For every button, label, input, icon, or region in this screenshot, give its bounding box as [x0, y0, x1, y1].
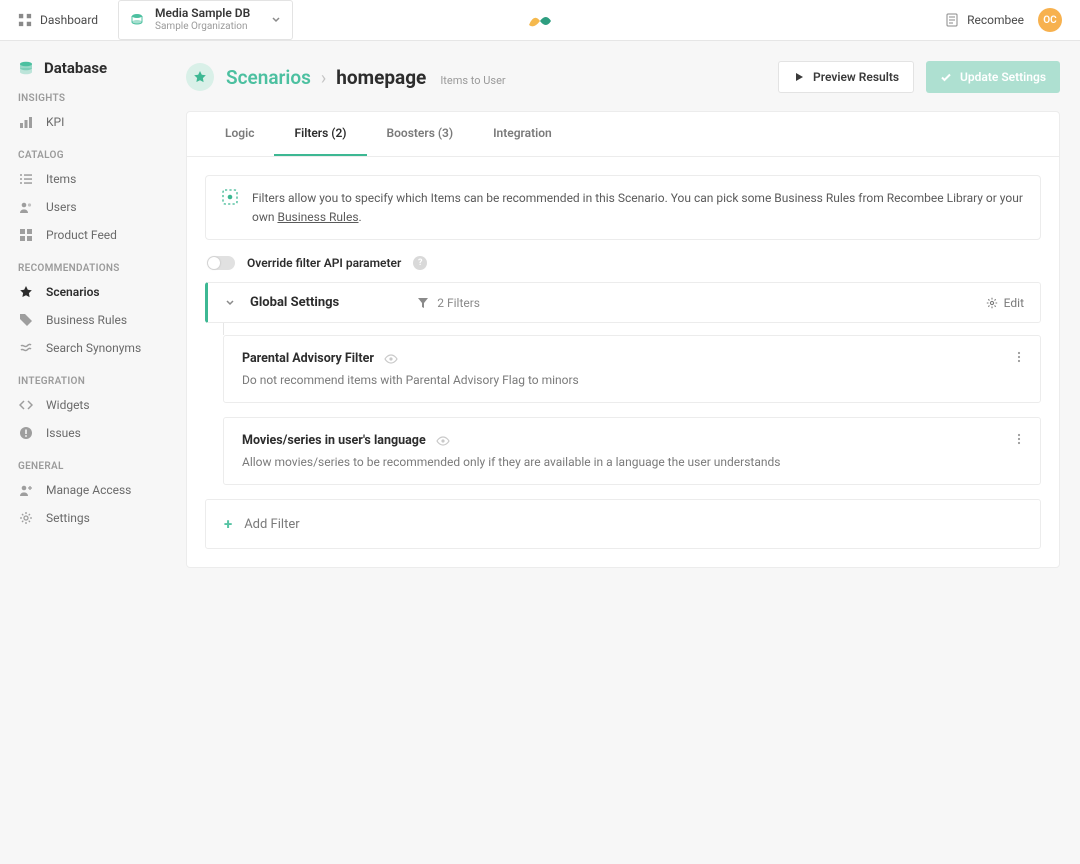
bar-chart-icon	[18, 114, 34, 130]
tag-icon	[18, 312, 34, 328]
gear-icon	[986, 297, 998, 309]
global-settings-title: Global Settings	[250, 295, 339, 310]
info-box: Filters allow you to specify which Items…	[205, 175, 1041, 240]
breadcrumb-meta: Items to User	[440, 74, 505, 87]
global-settings-edit[interactable]: Edit	[986, 296, 1024, 310]
breadcrumb-root[interactable]: Scenarios	[226, 66, 311, 89]
avatar[interactable]: OC	[1038, 8, 1062, 32]
side-group-insights: Insights	[18, 93, 186, 104]
rule-list: Parental Advisory Filter Do not recommen…	[223, 323, 1041, 485]
brand-label: Recombee	[967, 13, 1024, 27]
rule-desc: Do not recommend items with Parental Adv…	[242, 373, 1022, 387]
users-icon	[18, 199, 34, 215]
sidebar-item-users[interactable]: Users	[18, 193, 186, 221]
topbar: Dashboard Media Sample DB Sample Organiz…	[0, 0, 1080, 41]
breadcrumb: Scenarios › homepage Items to User	[226, 66, 506, 89]
rule-menu-button[interactable]	[1012, 432, 1026, 446]
chevron-down-icon[interactable]	[224, 297, 236, 309]
check-icon	[940, 71, 952, 83]
update-settings-button: Update Settings	[926, 61, 1060, 93]
sidebar-item-manage-access[interactable]: Manage Access	[18, 476, 186, 504]
sidebar: Database Insights KPI Catalog Items User…	[0, 41, 186, 588]
info-text: Filters allow you to specify which Items…	[252, 189, 1024, 226]
eye-icon[interactable]	[384, 352, 398, 366]
global-settings-card: Global Settings 2 Filters Edit	[205, 282, 1041, 323]
topbar-left: Dashboard Media Sample DB Sample Organiz…	[18, 0, 293, 39]
sidebar-item-issues[interactable]: Issues	[18, 419, 186, 447]
eye-icon[interactable]	[436, 434, 450, 448]
brand-link[interactable]: Recombee	[945, 13, 1024, 27]
global-settings-count: 2 Filters	[417, 296, 480, 310]
database-icon	[18, 60, 34, 76]
database-selector[interactable]: Media Sample DB Sample Organization	[118, 0, 293, 39]
list-icon	[18, 171, 34, 187]
help-icon[interactable]: ?	[413, 256, 427, 270]
content: Scenarios › homepage Items to User Previ…	[186, 41, 1080, 588]
chevron-right-icon: ›	[321, 68, 326, 89]
override-label: Override filter API parameter	[247, 256, 401, 270]
breadcrumb-current: homepage	[336, 66, 426, 89]
chevron-down-icon	[270, 14, 282, 26]
tree-connector	[223, 323, 1041, 335]
grid-icon	[18, 227, 34, 243]
sidebar-item-search-synonyms[interactable]: Search Synonyms	[18, 334, 186, 362]
sidebar-item-settings[interactable]: Settings	[18, 504, 186, 532]
sidebar-item-scenarios[interactable]: Scenarios	[18, 278, 186, 306]
side-group-general: General	[18, 461, 186, 472]
tabs: Logic Filters (2) Boosters (3) Integrati…	[187, 112, 1059, 157]
sidebar-item-kpi[interactable]: KPI	[18, 108, 186, 136]
brand-logo[interactable]	[529, 11, 551, 29]
dashboard-label: Dashboard	[40, 13, 98, 27]
rule-title: Movies/series in user's language	[242, 433, 426, 448]
panel-body: Filters allow you to specify which Items…	[187, 157, 1059, 567]
info-link[interactable]: Business Rules	[277, 210, 358, 224]
sidebar-item-business-rules[interactable]: Business Rules	[18, 306, 186, 334]
scenario-badge-icon	[186, 63, 214, 91]
sidebar-title: Database	[18, 59, 186, 77]
tab-logic[interactable]: Logic	[205, 112, 274, 156]
rule-menu-button[interactable]	[1012, 350, 1026, 364]
side-group-recommendations: Recommendations	[18, 263, 186, 274]
dashboard-link[interactable]: Dashboard	[18, 13, 98, 27]
star-icon	[18, 284, 34, 300]
override-row: Override filter API parameter ?	[205, 240, 1041, 282]
tab-integration[interactable]: Integration	[473, 112, 572, 156]
db-name: Media Sample DB	[155, 7, 250, 21]
plus-icon: +	[224, 515, 232, 533]
sidebar-item-product-feed[interactable]: Product Feed	[18, 221, 186, 249]
rule-desc: Allow movies/series to be recommended on…	[242, 455, 1022, 469]
doc-icon	[945, 13, 959, 27]
topbar-right: Recombee OC	[945, 8, 1062, 32]
page-header: Scenarios › homepage Items to User Previ…	[186, 61, 1060, 111]
db-org: Sample Organization	[155, 21, 250, 33]
approx-icon	[18, 340, 34, 356]
funnel-icon	[417, 297, 429, 309]
header-actions: Preview Results Update Settings	[778, 61, 1060, 93]
gear-icon	[18, 510, 34, 526]
play-icon	[793, 71, 805, 83]
preview-results-button[interactable]: Preview Results	[778, 61, 914, 93]
sidebar-item-widgets[interactable]: Widgets	[18, 391, 186, 419]
side-group-catalog: Catalog	[18, 150, 186, 161]
sidebar-item-items[interactable]: Items	[18, 165, 186, 193]
grid-icon	[18, 13, 32, 27]
target-icon	[222, 189, 238, 226]
person-plus-icon	[18, 482, 34, 498]
add-filter-button[interactable]: + Add Filter	[205, 499, 1041, 549]
side-group-integration: Integration	[18, 376, 186, 387]
tab-boosters[interactable]: Boosters (3)	[367, 112, 474, 156]
tab-filters[interactable]: Filters (2)	[274, 112, 366, 156]
override-toggle[interactable]	[207, 256, 235, 270]
rule-title: Parental Advisory Filter	[242, 351, 374, 366]
alert-icon	[18, 425, 34, 441]
code-icon	[18, 397, 34, 413]
rule-card: Movies/series in user's language Allow m…	[223, 417, 1041, 485]
rule-card: Parental Advisory Filter Do not recommen…	[223, 335, 1041, 403]
panel: Logic Filters (2) Boosters (3) Integrati…	[186, 111, 1060, 568]
database-icon	[129, 12, 145, 28]
